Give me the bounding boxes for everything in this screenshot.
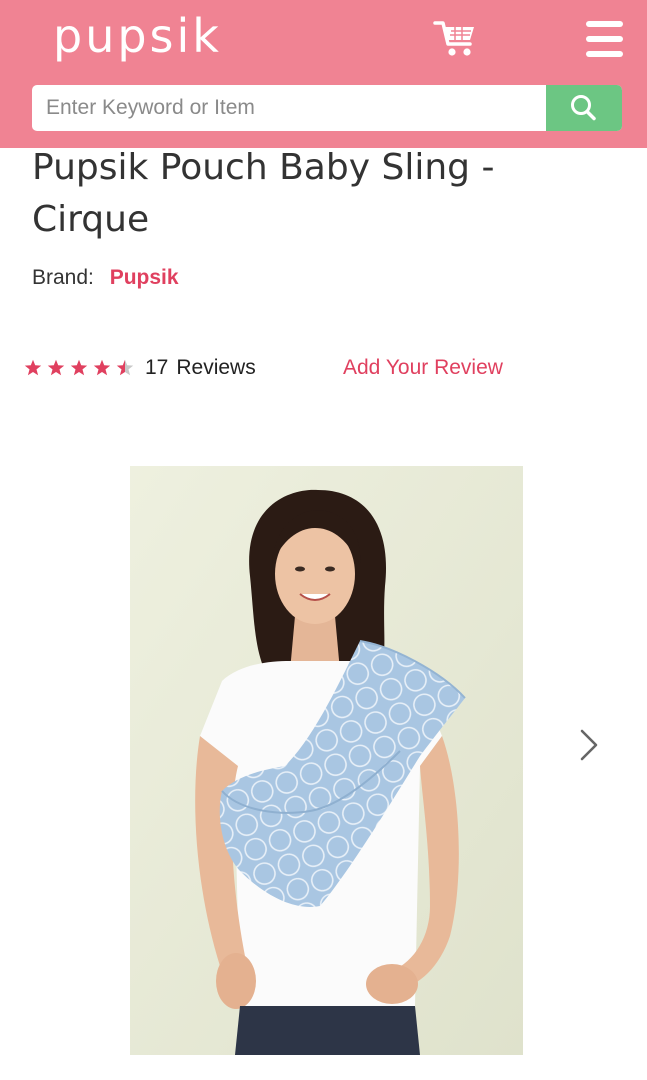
star-icon [47, 359, 65, 376]
search-bar [32, 85, 622, 131]
reviews-link[interactable]: Reviews [176, 356, 255, 380]
hamburger-menu-icon-bar [586, 36, 623, 42]
add-review-link[interactable]: Add Your Review [343, 353, 503, 383]
site-header: pupsik [0, 0, 647, 148]
menu-button[interactable] [583, 18, 625, 60]
next-image-button[interactable] [572, 725, 606, 765]
brand-link[interactable]: Pupsik [110, 266, 179, 289]
search-button[interactable] [546, 85, 622, 131]
search-input[interactable] [32, 85, 546, 131]
hamburger-menu-icon [586, 21, 623, 27]
star-icon [116, 359, 134, 376]
chevron-right-icon [580, 729, 598, 761]
site-logo[interactable]: pupsik [53, 6, 222, 66]
cart-button[interactable] [432, 18, 480, 60]
star-rating [24, 359, 139, 377]
search-icon [571, 95, 596, 121]
star-icon [70, 359, 88, 376]
product-image[interactable] [130, 466, 523, 1055]
product-rating: 17 Reviews [24, 353, 256, 383]
brand-label: Brand: [32, 266, 94, 289]
hamburger-menu-icon-bar [586, 51, 623, 57]
review-count: 17 [145, 356, 169, 379]
product-title: Pupsik Pouch Baby Sling - Cirque [32, 147, 495, 240]
product-photo-illustration [130, 466, 523, 1055]
star-icon [24, 359, 42, 376]
shopping-cart-icon [433, 21, 474, 56]
star-icon [93, 359, 111, 376]
product-brand: Brand: Pupsik [32, 263, 179, 293]
